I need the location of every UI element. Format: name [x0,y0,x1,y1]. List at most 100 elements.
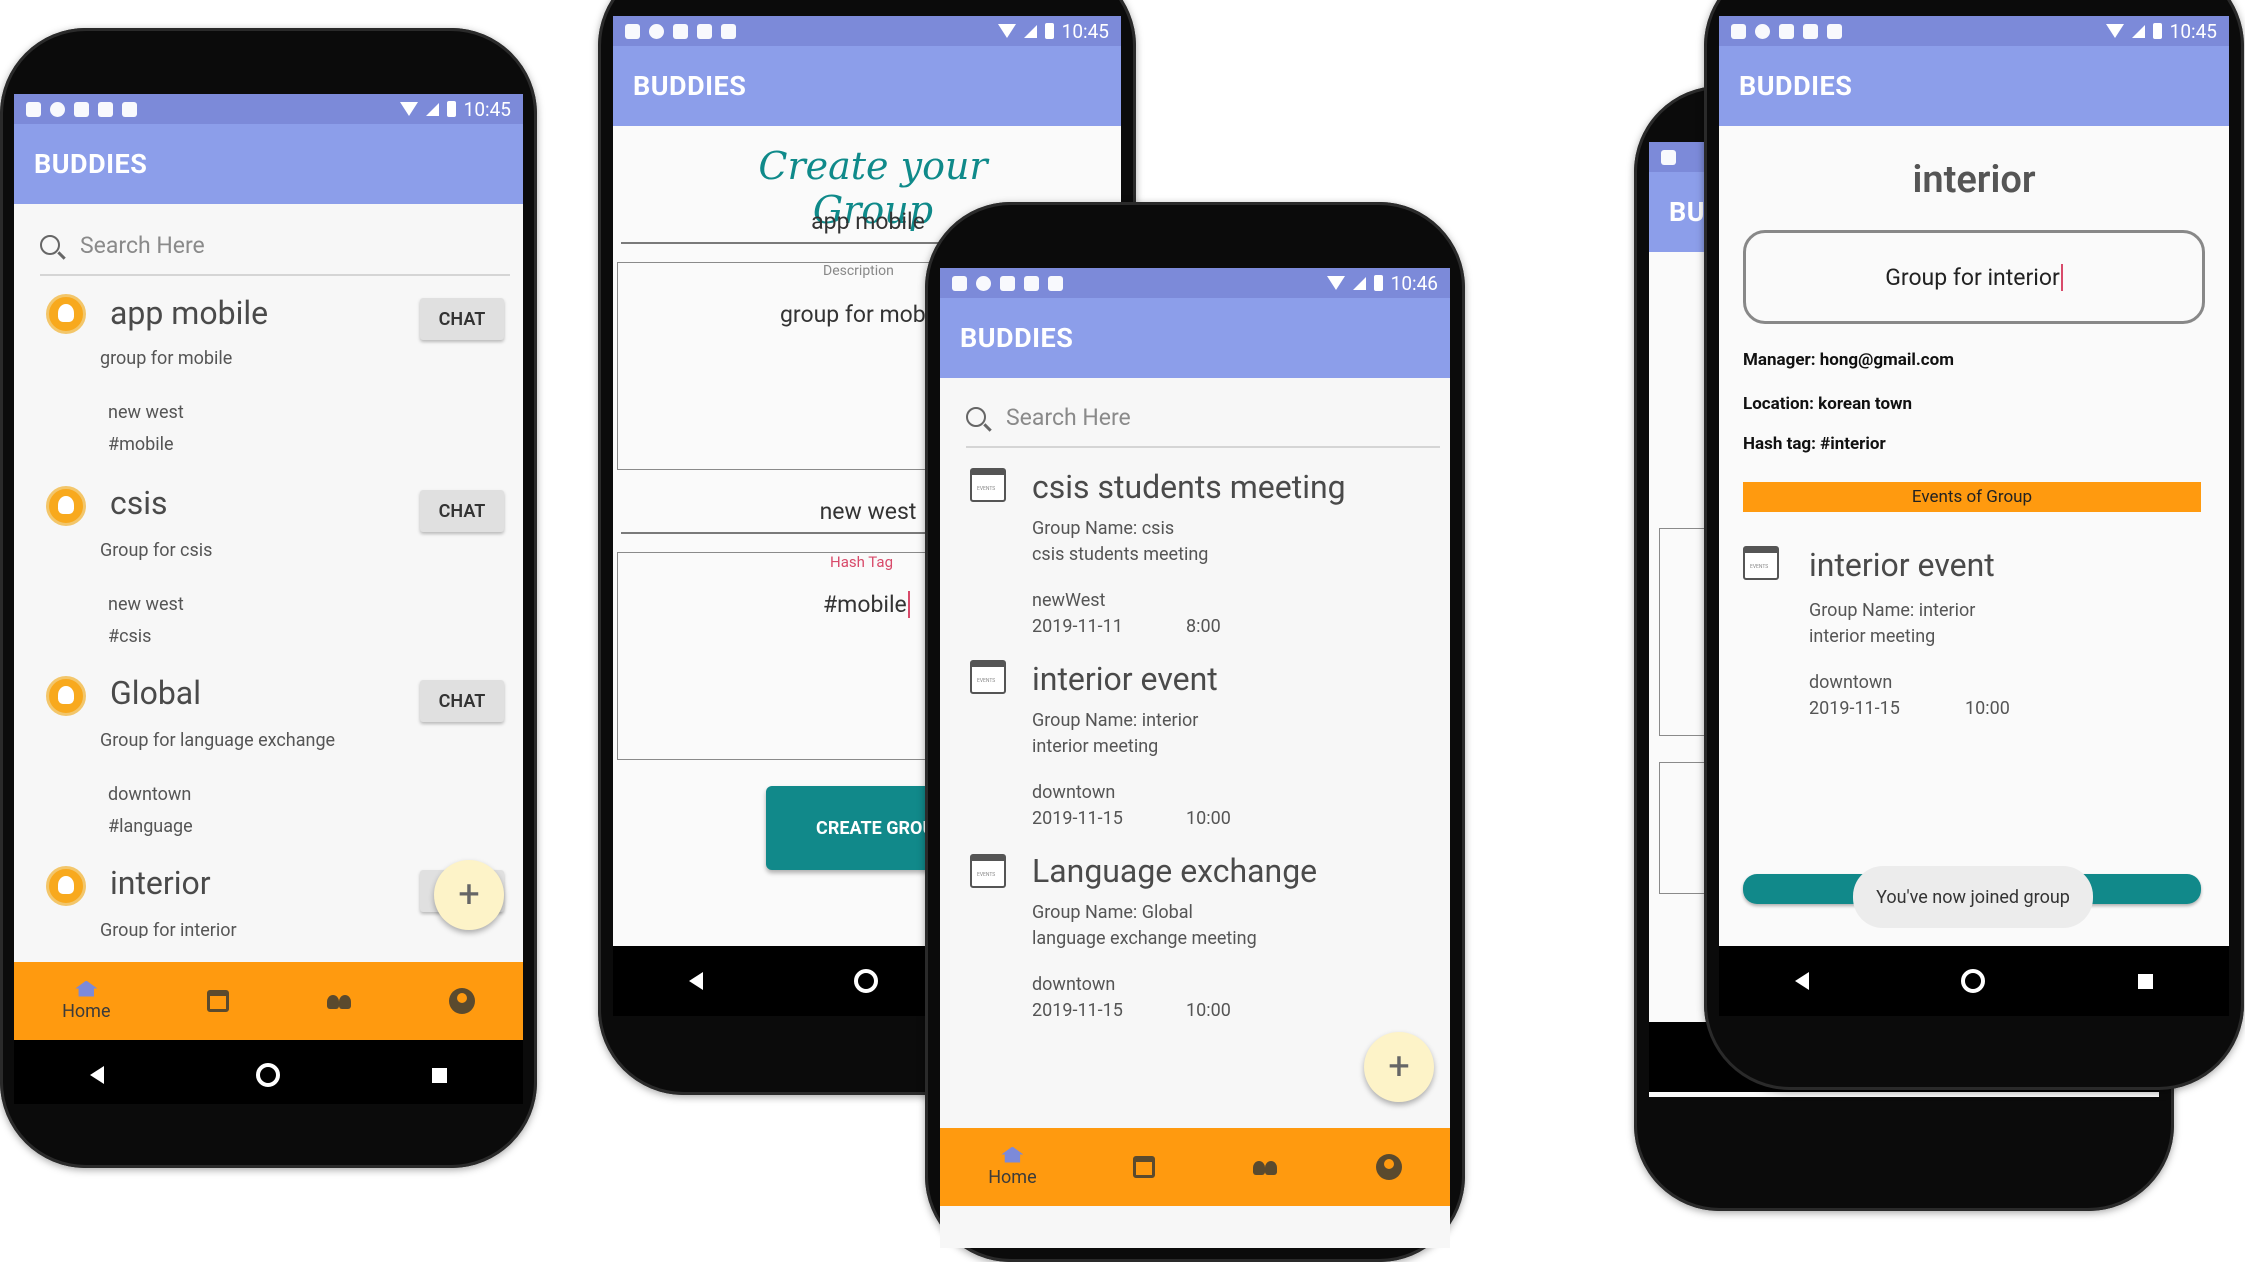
sd-card-icon [1827,23,1842,39]
hashtag-label: Hash Tag [830,553,893,571]
group-desc: Group for language exchange [100,730,336,751]
group-tag: #mobile [108,434,174,455]
search-bar[interactable]: Search Here [40,216,510,276]
calendar-icon [970,660,1006,694]
phone-groups-list: 10:45 BUDDIES Search Here app mobile gro… [0,28,537,1168]
settings-icon [1731,23,1746,39]
settings-icon [26,101,41,117]
settings-icon [625,23,640,39]
nav-home-label: Home [62,1000,111,1022]
event-title[interactable]: interior event [1809,546,1995,584]
group-tag: #language [108,816,193,837]
event-time: 10:00 [1186,1000,1231,1021]
search-bar[interactable]: Search Here [966,388,1440,448]
battery-icon [2152,23,2162,39]
sd-card-icon [721,23,736,39]
screen-groups-list: 10:45 BUDDIES Search Here app mobile gro… [14,94,523,1104]
nav-home-label: Home [988,1166,1037,1188]
battery-icon [1373,275,1383,291]
calendar-icon [1133,1156,1156,1178]
settings-icon [952,275,967,291]
event-desc: interior meeting [1809,626,1936,647]
chat-button[interactable]: CHAT [420,680,504,722]
group-name[interactable]: Global [110,674,201,712]
group-location: downtown [108,784,192,805]
chat-button[interactable]: CHAT [420,298,504,340]
group-name[interactable]: csis [110,484,168,522]
battery-icon [1044,23,1054,39]
search-placeholder: Search Here [1006,403,1131,431]
add-event-fab[interactable]: + [1364,1032,1434,1102]
nav-home[interactable]: Home [988,1146,1037,1188]
search-icon [966,407,986,427]
status-bar: 10:46 [940,268,1450,298]
settings-icon [1661,149,1676,165]
mail-icon [1000,275,1015,291]
signal-icon [2131,24,2145,38]
group-name[interactable]: interior [110,864,211,902]
recents-icon[interactable] [432,1067,447,1083]
group-title: interior [1912,158,2036,202]
wifi-icon [2105,24,2124,38]
account-icon [1375,1154,1402,1180]
chat-button[interactable]: CHAT [420,490,504,532]
nav-home[interactable]: Home [62,980,111,1022]
back-icon[interactable] [90,1066,104,1084]
group-icon [46,294,86,334]
back-icon[interactable] [1795,972,1810,990]
group-location: new west [108,594,184,615]
event-location: downtown [1032,974,1116,995]
search-placeholder: Search Here [80,231,205,259]
wifi-icon [399,102,418,116]
description-label: Description [823,263,894,279]
back-icon[interactable] [688,972,703,990]
nav-groups[interactable] [1251,1159,1279,1175]
location-text: Location: korean town [1743,394,1913,414]
nav-events[interactable] [1133,1156,1156,1178]
sd-card-icon [122,101,137,117]
event-title[interactable]: Language exchange [1032,852,1317,890]
bottom-navigation: Home [14,962,523,1040]
system-nav-bar [1719,946,2229,1016]
location-icon [1755,23,1770,39]
mail-icon [1024,275,1039,291]
app-title: BUDDIES [1739,70,1853,102]
nav-groups[interactable] [325,993,353,1009]
event-title[interactable]: interior event [1032,660,1218,698]
screen-events-list: 10:46 BUDDIES Search Here csis students … [940,268,1450,1248]
nav-account[interactable] [448,988,475,1014]
event-location: newWest [1032,590,1106,611]
nav-account[interactable] [1375,1154,1402,1180]
group-icon [46,866,86,906]
app-title-partial: BU [1669,196,1706,228]
event-title[interactable]: csis students meeting [1032,468,1346,506]
group-name[interactable]: app mobile [110,294,268,332]
home-circle-icon[interactable] [256,1063,280,1087]
hashtag-value: #mobile [823,591,910,618]
group-icon [46,676,86,716]
recents-icon[interactable] [2137,973,2153,989]
event-location: downtown [1809,672,1893,693]
people-icon [1251,1159,1279,1175]
event-location: downtown [1032,782,1116,803]
event-time: 10:00 [1965,698,2010,719]
add-group-fab[interactable]: + [434,860,504,930]
home-circle-icon[interactable] [854,969,879,993]
location-icon [50,101,65,117]
toast-message: You've now joined group [1853,866,2093,928]
wifi-icon [1326,276,1345,290]
phone-events-list: 10:46 BUDDIES Search Here csis students … [925,202,1465,1262]
status-time: 10:45 [1061,19,1109,43]
screen-group-detail: 10:45 BUDDIES interior Group for interio… [1719,16,2229,1016]
event-time: 8:00 [1186,616,1221,637]
home-circle-icon[interactable] [1961,969,1986,993]
group-description-field[interactable]: Group for interior [1743,230,2205,324]
status-bar: 10:45 [1719,16,2229,46]
people-icon [325,993,353,1009]
mail-icon [74,101,89,117]
group-desc: group for mobile [100,348,233,369]
phone-group-detail: 10:45 BUDDIES interior Group for interio… [1704,0,2244,1090]
nav-events[interactable] [206,990,229,1012]
event-desc: language exchange meeting [1032,928,1257,949]
app-bar: BUDDIES [940,298,1450,378]
